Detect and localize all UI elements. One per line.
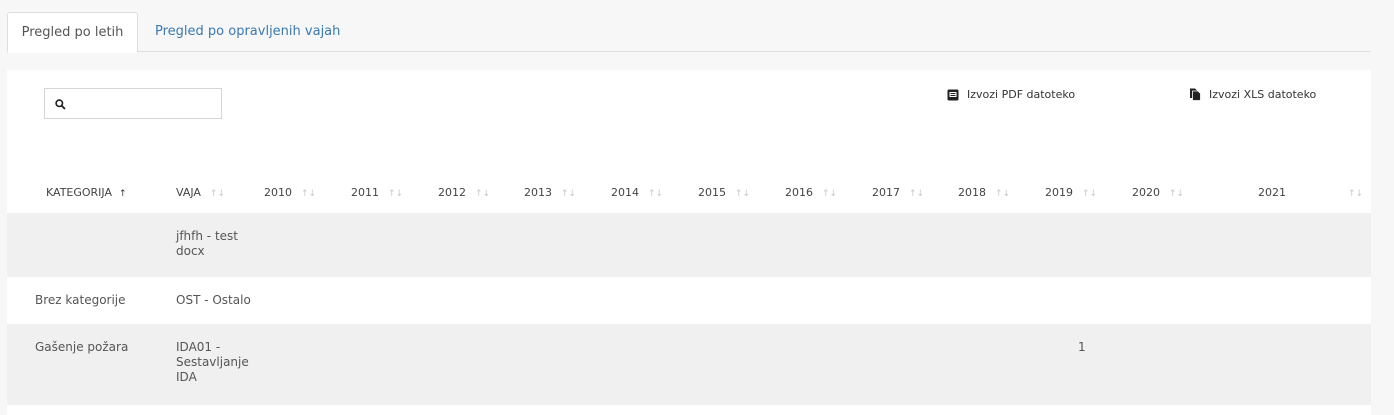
header-label: 2010	[264, 186, 292, 199]
cell-line: docx	[176, 244, 205, 258]
sort-icon: ↑↓	[648, 189, 664, 199]
table-row: Gašenje požara IDA01 - Sestavljanje IDA …	[7, 324, 1371, 405]
column-header-2016[interactable]: 2016 ↑↓	[785, 186, 837, 199]
header-label: 2018	[958, 186, 986, 199]
column-header-2018[interactable]: 2018 ↑↓	[958, 186, 1010, 199]
cell-vaja: OST - Ostalo	[176, 293, 256, 308]
sort-icon: ↑↓	[909, 189, 925, 199]
column-header-2010[interactable]: 2010 ↑↓	[264, 186, 316, 199]
header-label: 2017	[872, 186, 900, 199]
column-header-2019[interactable]: 2019 ↑↓	[1045, 186, 1097, 199]
cell-line: IDA	[176, 370, 197, 384]
header-label: 2012	[438, 186, 466, 199]
header-label: 2021	[1258, 186, 1286, 199]
search-input[interactable]	[44, 88, 222, 119]
column-header-2015[interactable]: 2015 ↑↓	[698, 186, 750, 199]
report-panel: Izvozi PDF datoteko Izvozi XLS datoteko …	[7, 70, 1371, 415]
export-pdf-label: Izvozi PDF datoteko	[967, 88, 1076, 101]
sort-icon: ↑↓	[822, 189, 838, 199]
cell-kategorija: Brez kategorije	[35, 293, 126, 307]
cell-line: IDA01 -	[176, 340, 221, 354]
cell-line: OST - Ostalo	[176, 293, 251, 307]
sort-icon: ↑↓	[209, 189, 226, 199]
sort-icon: ↑↓	[301, 189, 317, 199]
column-header-2011[interactable]: 2011 ↑↓	[351, 186, 403, 199]
cell-line: Sestavljanje	[176, 355, 249, 369]
header-label: KATEGORIJA	[46, 186, 113, 199]
header-label: 2020	[1132, 186, 1160, 199]
table-row: jfhfh - test docx	[7, 213, 1371, 277]
export-xls-button[interactable]: Izvozi XLS datoteko	[1189, 88, 1316, 101]
xls-file-icon	[1190, 88, 1201, 101]
sort-icon: ↑↓	[561, 189, 577, 199]
table-row: Brez kategorije OST - Ostalo	[7, 277, 1371, 324]
export-pdf-button[interactable]: Izvozi PDF datoteko	[947, 88, 1075, 101]
column-header-2021[interactable]: 2021 ↑↓	[1258, 186, 1363, 199]
sort-icon: ↑↓	[1082, 189, 1098, 199]
header-label: 2015	[698, 186, 726, 199]
sort-icon: ↑↓	[995, 189, 1011, 199]
sort-icon: ↑↓	[388, 189, 404, 199]
sort-icon: ↑↓	[1348, 189, 1364, 199]
cell-line: jfhfh - test	[176, 229, 238, 243]
sort-asc-icon: ↑	[119, 189, 127, 199]
sort-icon: ↑↓	[475, 189, 491, 199]
column-header-2017[interactable]: 2017 ↑↓	[872, 186, 924, 199]
cell-kategorija: Gašenje požara	[35, 340, 129, 354]
header-label: 2019	[1045, 186, 1073, 199]
column-header-2020[interactable]: 2020 ↑↓	[1132, 186, 1184, 199]
cell-2019: 1	[1078, 340, 1086, 354]
column-header-2013[interactable]: 2013 ↑↓	[524, 186, 576, 199]
header-label: VAJA	[176, 186, 201, 199]
column-header-2014[interactable]: 2014 ↑↓	[611, 186, 663, 199]
column-header-vaja[interactable]: VAJA ↑↓	[176, 186, 225, 199]
cell-vaja: IDA01 - Sestavljanje IDA	[176, 340, 256, 385]
header-label: 2016	[785, 186, 813, 199]
search-icon	[55, 99, 66, 110]
cell-vaja: jfhfh - test docx	[176, 229, 256, 259]
tab-bar: Pregled po letih Pregled po opravljenih …	[7, 12, 1371, 53]
sort-icon: ↑↓	[735, 189, 751, 199]
sort-icon: ↑↓	[1169, 189, 1185, 199]
header-label: 2013	[524, 186, 552, 199]
tab-pregled-po-opravljenih-vajah[interactable]: Pregled po opravljenih vajah	[155, 12, 340, 52]
column-header-kategorija[interactable]: KATEGORIJA ↑	[46, 186, 127, 199]
column-header-2012[interactable]: 2012 ↑↓	[438, 186, 490, 199]
pdf-file-icon	[947, 89, 959, 100]
tab-pregled-po-letih[interactable]: Pregled po letih	[7, 12, 138, 53]
header-label: 2014	[611, 186, 639, 199]
export-xls-label: Izvozi XLS datoteko	[1209, 88, 1317, 101]
header-label: 2011	[351, 186, 379, 199]
